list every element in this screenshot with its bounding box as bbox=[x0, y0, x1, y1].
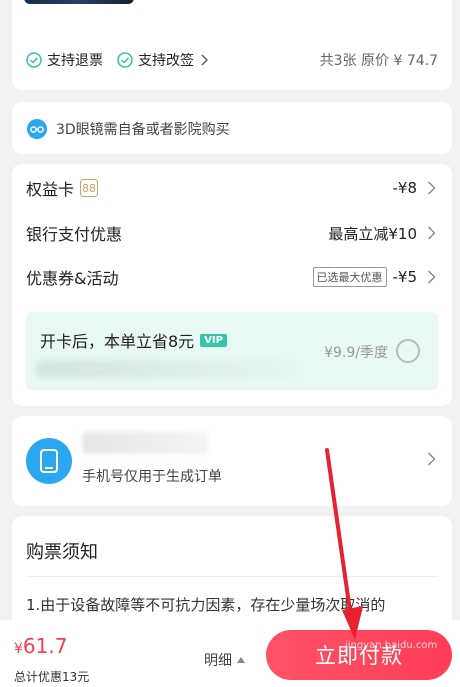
promo-select-radio[interactable] bbox=[396, 339, 420, 363]
notice-title: 购票须知 bbox=[26, 542, 98, 563]
poster-thumbnail bbox=[24, 0, 134, 4]
bank-discount-value: 最高立减¥10 bbox=[328, 224, 417, 243]
divider bbox=[26, 576, 438, 577]
phone-glyph-icon bbox=[40, 449, 58, 473]
blurred-promo-detail bbox=[36, 360, 296, 378]
price-value: 61.7 bbox=[22, 634, 68, 658]
watermark-text: jingyan.baidu.com bbox=[345, 640, 438, 651]
glasses-notice-card: 3D眼镜需自备或者影院购买 bbox=[12, 102, 452, 154]
benefit-card-value: -¥8 bbox=[392, 179, 418, 197]
chevron-right-icon bbox=[428, 181, 436, 195]
refund-support: 支持退票 bbox=[26, 50, 103, 70]
detail-toggle[interactable]: 明细 bbox=[204, 650, 245, 670]
promo-title: 开卡后，本单立省8元 bbox=[40, 332, 195, 351]
blurred-phone-number bbox=[82, 432, 208, 454]
benefit-card-label: 权益卡 bbox=[26, 180, 75, 199]
membership-promo[interactable]: 开卡后，本单立省8元 VIP ¥9.9/季度 bbox=[26, 312, 438, 390]
phone-note: 手机号仅用于生成订单 bbox=[82, 469, 222, 485]
phone-card[interactable]: 手机号仅用于生成订单 bbox=[12, 416, 452, 506]
best-discount-tag: 已选最大优惠 bbox=[312, 267, 387, 287]
chevron-right-icon bbox=[428, 226, 436, 240]
change-support[interactable]: 支持改签 bbox=[117, 50, 210, 70]
refund-label: 支持退票 bbox=[47, 53, 103, 69]
phone-icon bbox=[26, 438, 72, 484]
coupon-label: 优惠券&活动 bbox=[26, 269, 119, 288]
chevron-right-icon bbox=[428, 270, 436, 284]
coupon-value: -¥5 bbox=[392, 268, 418, 286]
vip-badge: VIP bbox=[200, 333, 227, 347]
checkout-bar: ¥61.7 总计优惠13元 明细 立即付款 bbox=[0, 620, 460, 687]
chevron-right-icon bbox=[428, 452, 436, 466]
card-badge: 88 bbox=[80, 179, 99, 197]
ticket-info-card: 支持退票 支持改签 共3张 原价 ¥ 74.7 bbox=[12, 0, 452, 90]
bank-discount-row[interactable]: 银行支付优惠 最高立减¥10 bbox=[26, 221, 436, 245]
benefit-card-row[interactable]: 权益卡 88 -¥8 bbox=[26, 176, 436, 200]
currency-symbol: ¥ bbox=[14, 641, 23, 657]
glasses-note: 3D眼镜需自备或者影院购买 bbox=[56, 122, 230, 138]
detail-label: 明细 bbox=[204, 653, 232, 669]
benefits-card: 权益卡 88 -¥8 银行支付优惠 最高立减¥10 优惠券&活动 已选最大优惠 … bbox=[12, 164, 452, 406]
chevron-right-icon bbox=[201, 54, 209, 66]
check-circle-icon bbox=[26, 52, 42, 68]
caret-up-icon bbox=[237, 657, 245, 663]
total-discount: 总计优惠13元 bbox=[14, 670, 90, 684]
check-circle-icon bbox=[117, 52, 133, 68]
change-label: 支持改签 bbox=[138, 53, 194, 69]
pay-now-button[interactable]: 立即付款 bbox=[266, 630, 452, 680]
total-price: ¥61.7 bbox=[14, 634, 67, 658]
bank-discount-label: 银行支付优惠 bbox=[26, 225, 123, 244]
ticket-summary: 共3张 原价 ¥ 74.7 bbox=[319, 53, 438, 69]
glasses-icon bbox=[27, 119, 47, 139]
notice-text: 1.由于设备故障等不可抗力因素，存在少量场次取消的 bbox=[26, 596, 386, 614]
promo-price: ¥9.9/季度 bbox=[324, 345, 388, 361]
coupon-row[interactable]: 优惠券&活动 已选最大优惠 -¥5 bbox=[26, 265, 436, 289]
